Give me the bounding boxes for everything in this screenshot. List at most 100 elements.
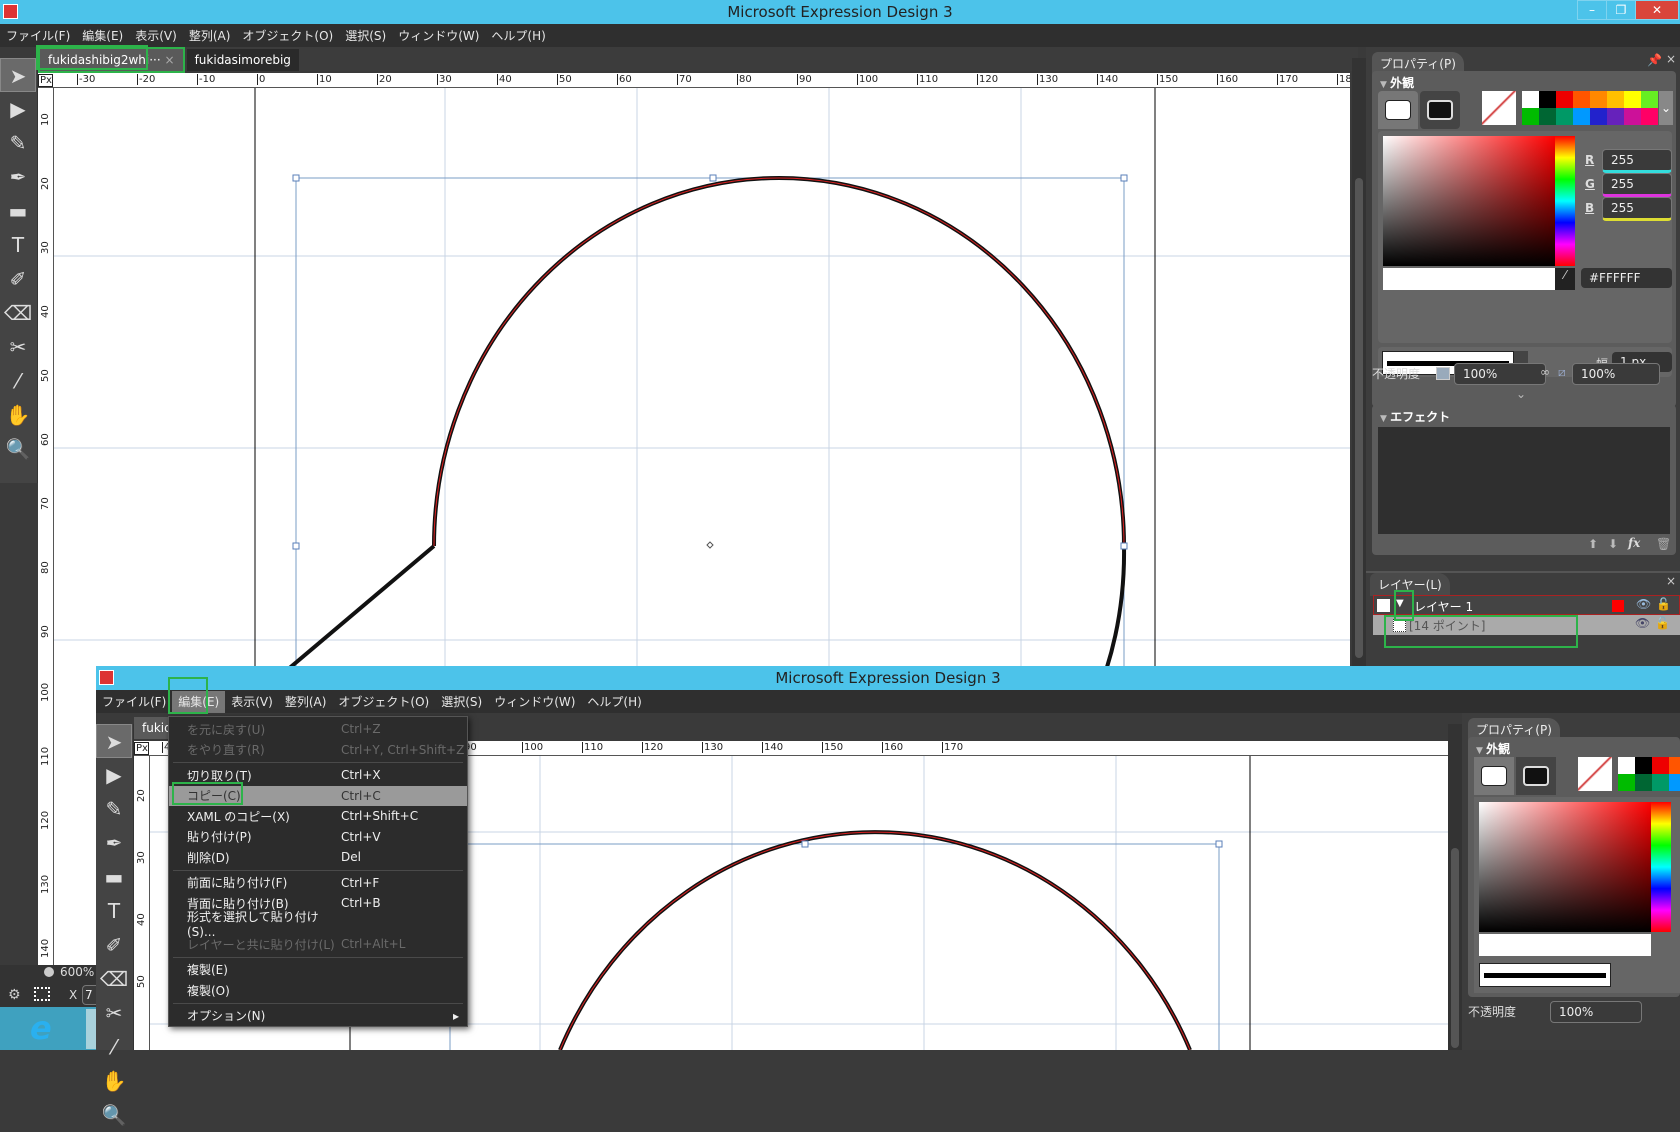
internet-explorer-icon[interactable]: e (30, 1009, 52, 1047)
minimize-button[interactable]: – (1577, 0, 1607, 20)
vertical-scrollbar[interactable] (1352, 58, 1366, 668)
scissors-icon[interactable]: ✂ (96, 996, 132, 1030)
menu-4[interactable]: オブジェクト(O) (236, 25, 339, 47)
menu-4[interactable]: オブジェクト(O) (332, 691, 435, 713)
stroke-opacity-field[interactable]: 100% (1572, 363, 1660, 385)
color-swatch[interactable] (1556, 108, 1573, 125)
layers-close-icon[interactable]: × (1666, 574, 1676, 588)
color-swatch[interactable] (1624, 108, 1641, 125)
select-arrow-icon[interactable]: ➤ (96, 724, 132, 758)
brush-icon[interactable]: ✎ (96, 792, 132, 826)
direct-select-icon[interactable]: ▶ (96, 758, 132, 792)
menu-1[interactable]: 編集(E) (76, 25, 129, 47)
menu-3[interactable]: 整列(A) (183, 25, 237, 47)
color-swatch[interactable] (1590, 108, 1607, 125)
text-icon[interactable]: T (96, 894, 132, 928)
menu-item[interactable]: オプション(N) ▸ (169, 1006, 467, 1027)
pen-icon[interactable]: ✒ (0, 160, 36, 194)
zoom-icon[interactable]: 🔍 (0, 432, 36, 466)
hand-icon[interactable]: ✋ (0, 398, 36, 432)
direct-select-icon[interactable]: ▶ (0, 92, 36, 126)
color-swatch[interactable] (1522, 91, 1539, 108)
stroke-icon[interactable]: ✐ (96, 928, 132, 962)
color-swatch[interactable] (1539, 91, 1556, 108)
brush-icon[interactable]: ✎ (0, 126, 36, 160)
eye-icon[interactable]: 👁 (1636, 597, 1651, 611)
fx-icon[interactable]: fx (1628, 536, 1640, 550)
menu-item[interactable]: 複製(O) (169, 980, 467, 1001)
menu-item[interactable]: を元に戻す(U) Ctrl+Z (169, 719, 467, 740)
transform-origin-icon[interactable] (34, 987, 50, 1001)
hue-slider[interactable] (1555, 136, 1575, 266)
pen-icon[interactable]: ✒ (96, 826, 132, 860)
menu-5[interactable]: 選択(S) (339, 25, 392, 47)
no-color-swatch[interactable] (1482, 91, 1516, 125)
pin-icon[interactable]: 📌 (1647, 53, 1662, 67)
expand-more-icon[interactable]: ⌄ (1516, 387, 1526, 401)
gear-icon[interactable]: ⚙ (8, 987, 21, 1003)
scissors-icon[interactable]: ✂ (0, 330, 36, 364)
menu-0[interactable]: ファイル(F) (0, 25, 76, 47)
hue-slider[interactable] (1651, 802, 1671, 932)
fill-button[interactable] (1385, 100, 1411, 120)
b-field[interactable]: 255 (1602, 197, 1672, 221)
color-swatch[interactable] (1590, 91, 1607, 108)
trash-icon[interactable]: 🗑 (1656, 537, 1671, 551)
color-picker-field[interactable] (1383, 136, 1555, 266)
menu-6[interactable]: ウィンドウ(W) (392, 25, 485, 47)
menu-0[interactable]: ファイル(F) (96, 691, 172, 713)
menu-item[interactable]: XAML のコピー(X) Ctrl+Shift+C (169, 806, 467, 827)
g-field[interactable]: 255 (1602, 173, 1672, 197)
menu-item[interactable]: 削除(D) Del (169, 847, 467, 868)
tab-fukidasimorebig[interactable]: fukidasimorebig (186, 49, 299, 71)
color-swatch[interactable] (1652, 774, 1669, 791)
second-scrollbar[interactable] (1448, 724, 1462, 1050)
fill-button[interactable] (1481, 766, 1507, 786)
select-arrow-icon[interactable]: ➤ (0, 58, 36, 92)
link-icon[interactable]: ∞ (1540, 365, 1550, 379)
menu-item[interactable]: 前面に貼り付け(F) Ctrl+F (169, 873, 467, 894)
eraser-icon[interactable]: ⌫ (96, 962, 132, 996)
rectangle-icon[interactable]: ▬ (96, 860, 132, 894)
menu-item[interactable]: 貼り付け(P) Ctrl+V (169, 827, 467, 848)
color-swatch[interactable] (1618, 774, 1635, 791)
hex-field[interactable]: #FFFFFF (1581, 268, 1672, 288)
color-swatch[interactable] (1573, 91, 1590, 108)
color-swatch[interactable] (1522, 108, 1539, 125)
zoom-slider-icon[interactable] (44, 967, 54, 977)
panel-close-icon[interactable]: × (1666, 52, 1676, 66)
stroke-button[interactable] (1420, 91, 1460, 129)
menu-7[interactable]: ヘルプ(H) (485, 25, 551, 47)
r-field[interactable]: 255 (1602, 149, 1672, 173)
color-swatch[interactable] (1669, 774, 1680, 791)
color-swatch[interactable] (1652, 757, 1669, 774)
menu-2[interactable]: 表示(V) (225, 691, 279, 713)
color-swatch[interactable] (1607, 108, 1624, 125)
zoom-level[interactable]: 600% (60, 965, 94, 979)
menu-2[interactable]: 表示(V) (129, 25, 183, 47)
eyedropper-icon[interactable]: ⁄ (0, 364, 36, 398)
color-swatch[interactable] (1641, 91, 1658, 108)
menu-item[interactable]: 形式を選択して貼り付け(S)... (169, 910, 467, 939)
color-swatch[interactable] (1607, 91, 1624, 108)
unlock-icon[interactable]: 🔓 (1655, 616, 1670, 630)
color-swatch[interactable] (1556, 91, 1573, 108)
layer-row[interactable]: ▼ レイヤー 1 👁 🔓 (1373, 595, 1680, 615)
stroke-style-dropdown[interactable] (1479, 963, 1611, 987)
taskbar-app[interactable] (86, 1009, 96, 1049)
fill-opacity-field[interactable]: 100% (1550, 1001, 1642, 1023)
color-swatch[interactable] (1618, 757, 1635, 774)
scrollbar-thumb[interactable] (1355, 178, 1363, 658)
menu-3[interactable]: 整列(A) (279, 691, 333, 713)
unlock-icon[interactable]: 🔓 (1656, 597, 1671, 611)
swatch-expand-icon[interactable]: ⌄ (1659, 91, 1673, 125)
collapse-icon[interactable]: ▼ (1380, 80, 1390, 90)
layer-color[interactable] (1612, 600, 1624, 612)
close-button[interactable]: ✕ (1635, 0, 1679, 20)
fill-opacity-field[interactable]: 100% (1454, 363, 1546, 385)
move-down-icon[interactable]: ⬇ (1608, 537, 1618, 551)
text-icon[interactable]: T (0, 228, 36, 262)
menu-5[interactable]: 選択(S) (435, 691, 488, 713)
zoom-icon[interactable]: 🔍 (96, 1098, 132, 1132)
rectangle-icon[interactable]: ▬ (0, 194, 36, 228)
